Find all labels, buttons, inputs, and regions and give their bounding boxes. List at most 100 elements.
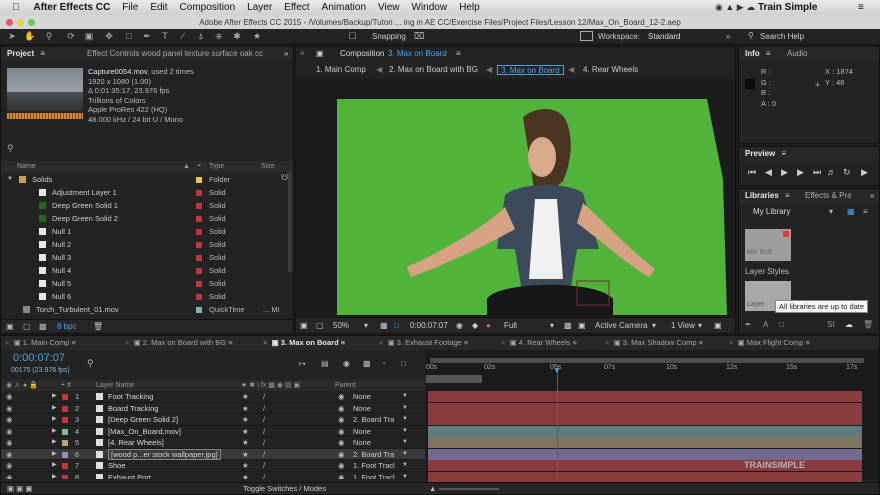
preview-tab[interactable]: Preview: [745, 149, 775, 158]
lock-icon[interactable]: ×: [300, 47, 305, 61]
roto-brush-tool-icon[interactable]: ✱: [232, 31, 242, 41]
timeline-tab[interactable]: × ▣ 3. Exhaust Footage ≡: [379, 336, 468, 350]
project-menu-icon[interactable]: ≡: [40, 49, 45, 58]
zoom-slider[interactable]: [439, 488, 499, 490]
layer-name[interactable]: Exhaust Port: [108, 472, 151, 480]
visibility-icon[interactable]: ◉: [6, 449, 13, 461]
first-frame-icon[interactable]: ⏮: [748, 161, 756, 183]
tab-menu-icon[interactable]: ≡: [806, 338, 810, 347]
layer-label-swatch[interactable]: [62, 394, 68, 400]
type-tool-icon[interactable]: T: [160, 31, 170, 41]
layer-label-swatch[interactable]: [62, 463, 68, 469]
camera-view-select[interactable]: Active Camera: [595, 318, 647, 333]
tab-close-icon[interactable]: ×: [125, 338, 129, 347]
comp-mini-flowchart-icon[interactable]: ↦: [299, 359, 306, 368]
toggle-pixel-aspect-icon[interactable]: ▣: [714, 318, 722, 333]
effect-controls-tab[interactable]: Effect Controls wood panel texture surfa…: [87, 47, 263, 61]
quality-switch-icon[interactable]: /: [263, 449, 265, 461]
expand-switches-icon[interactable]: ▣ ▣ ▣: [7, 483, 32, 495]
magnification-select[interactable]: 50%: [333, 318, 349, 333]
flowchart-icon[interactable]: ☋: [281, 173, 288, 182]
layer-duration-bar[interactable]: [428, 391, 862, 402]
resolution-dropdown-icon[interactable]: ▾: [550, 318, 554, 333]
window-min-icon[interactable]: [17, 19, 24, 26]
parent-pickwhip-icon[interactable]: ◉: [338, 403, 345, 415]
parent-select[interactable]: 1. Foot Tracl: [353, 460, 395, 472]
effects-presets-tab[interactable]: Effects & Pre: [805, 189, 852, 203]
menu-animation[interactable]: Animation: [322, 2, 366, 13]
layer-duration-bar[interactable]: [428, 471, 862, 483]
shy-layers-icon[interactable]: ◉: [343, 359, 350, 368]
libraries-menu-icon[interactable]: ≡: [785, 191, 790, 200]
layer-label-swatch[interactable]: [62, 451, 68, 458]
label-color-swatch[interactable]: [196, 177, 202, 183]
menu-view[interactable]: View: [378, 2, 400, 13]
quality-switch-icon[interactable]: /: [263, 403, 265, 415]
add-text-icon[interactable]: A: [763, 317, 768, 333]
info-menu-icon[interactable]: ≡: [766, 49, 771, 58]
tab-menu-icon[interactable]: ≡: [72, 338, 76, 347]
visibility-icon[interactable]: ◉: [6, 403, 13, 415]
label-color-swatch[interactable]: [196, 255, 202, 261]
tab-menu-icon[interactable]: ≡: [464, 338, 468, 347]
apple-icon[interactable]: : [12, 2, 20, 13]
layer-name[interactable]: Board Tracking: [108, 403, 158, 415]
preview-menu-icon[interactable]: ≡: [781, 149, 786, 158]
draft-3d-icon[interactable]: ▤: [321, 359, 329, 368]
quality-switch-icon[interactable]: /: [263, 460, 265, 472]
visibility-icon[interactable]: ◉: [6, 472, 13, 480]
show-snapshot-icon[interactable]: ◆: [472, 318, 478, 333]
snapping-options-icon[interactable]: ⌧: [414, 31, 424, 42]
layer-name[interactable]: [Deep Green Solid 2]: [108, 414, 178, 426]
camera-dropdown-icon[interactable]: ▾: [652, 318, 656, 333]
label-color-swatch[interactable]: [196, 216, 202, 222]
layer-name[interactable]: [wood p...er stock wallpaper.jpg]: [108, 448, 221, 460]
parent-select[interactable]: None: [353, 426, 371, 438]
menu-help[interactable]: Help: [459, 2, 480, 13]
expand-triangle-icon[interactable]: ▶: [52, 403, 57, 415]
tab-close-icon[interactable]: ×: [263, 338, 267, 347]
label-color-swatch[interactable]: [196, 190, 202, 196]
parent-dropdown-icon[interactable]: ▼: [402, 460, 408, 472]
label-color-swatch[interactable]: [196, 242, 202, 248]
in-point-range[interactable]: [426, 375, 482, 383]
audio-tab[interactable]: Audio: [787, 47, 807, 61]
layer-row[interactable]: ◉ ▶ 8 Exhaust Port ★ / ◉ 1. Foot Tracl ▼: [1, 471, 425, 480]
channel-icon[interactable]: ●: [486, 318, 491, 333]
expand-triangle-icon[interactable]: ▶: [52, 414, 57, 426]
menu-composition[interactable]: Composition: [180, 2, 236, 13]
tab-close-icon[interactable]: ×: [729, 338, 733, 347]
shy-switch-icon[interactable]: ★: [242, 426, 249, 438]
workspace-select[interactable]: Standard: [648, 32, 680, 41]
layer-duration-bar[interactable]: [428, 437, 862, 448]
playhead-handle-icon[interactable]: ▼: [553, 366, 561, 375]
brush-tool-icon[interactable]: ∕: [178, 31, 188, 41]
shy-switch-icon[interactable]: ★: [242, 391, 249, 403]
size-column-header[interactable]: Size: [261, 161, 275, 172]
shy-switch-icon[interactable]: ★: [242, 449, 249, 461]
layer-row[interactable]: ◉ ▶ 1 Foot Tracking ★ / ◉ None ▼: [1, 391, 425, 403]
current-time-display[interactable]: 0:00:07:07: [410, 318, 448, 333]
quality-switch-icon[interactable]: /: [263, 437, 265, 449]
label-color-swatch[interactable]: [196, 268, 202, 274]
project-item-row[interactable]: Adjustment Layer 1 Solid: [1, 186, 289, 199]
snapshot-icon[interactable]: ◉: [456, 318, 463, 333]
comp-viewer[interactable]: [337, 99, 727, 315]
expand-triangle-icon[interactable]: ▶: [52, 391, 57, 403]
layer-name-header[interactable]: Layer Name: [96, 380, 134, 391]
expand-triangle-icon[interactable]: ▶: [52, 460, 57, 472]
library-dropdown-icon[interactable]: ▾: [829, 203, 833, 221]
search-help-input[interactable]: Search Help: [760, 32, 804, 41]
project-scrollbar[interactable]: [288, 172, 292, 272]
parent-select[interactable]: 2. Board Tra: [353, 414, 394, 426]
toggle-switches-modes[interactable]: Toggle Switches / Modes: [243, 483, 326, 495]
timeline-tab[interactable]: × ▣ 2. Max on Board with BG ≡: [125, 336, 233, 350]
project-item-row[interactable]: Null 4 Solid: [1, 264, 289, 277]
app-menu[interactable]: After Effects CC: [34, 2, 111, 13]
parent-dropdown-icon[interactable]: ▼: [402, 437, 408, 449]
workspace-icon[interactable]: [580, 31, 593, 41]
layer-row[interactable]: ◉ ▶ 4 [Max_On_Board.mov] ★ / ◉ None ▼: [1, 425, 425, 438]
shy-switch-icon[interactable]: ★: [242, 437, 249, 449]
shy-switch-icon[interactable]: ★: [242, 414, 249, 426]
layer-label-swatch[interactable]: [62, 405, 68, 412]
